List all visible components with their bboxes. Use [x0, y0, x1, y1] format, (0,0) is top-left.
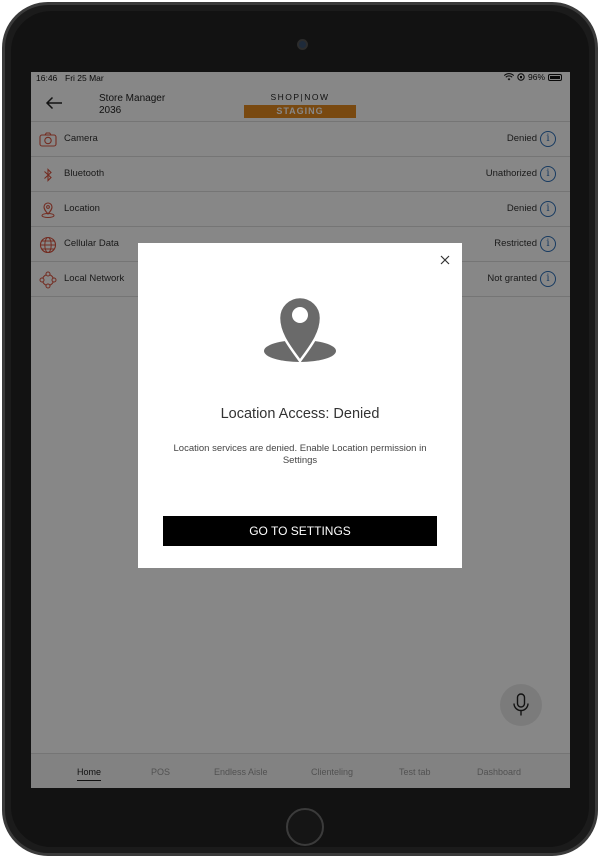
location-pin-icon — [264, 295, 336, 364]
home-button[interactable] — [286, 808, 324, 846]
dialog-title: Location Access: Denied — [220, 406, 380, 422]
dialog-message: Location services are denied. Enable Loc… — [173, 443, 427, 466]
go-to-settings-button[interactable]: GO TO SETTINGS — [163, 516, 437, 546]
close-button[interactable] — [438, 253, 452, 267]
close-icon — [440, 255, 450, 265]
app-screen: 16:46 Fri 25 Mar 96% Store Manager 2036 … — [31, 72, 570, 788]
location-denied-dialog: Location Access: Denied Location service… — [138, 243, 462, 568]
front-camera — [297, 39, 308, 50]
